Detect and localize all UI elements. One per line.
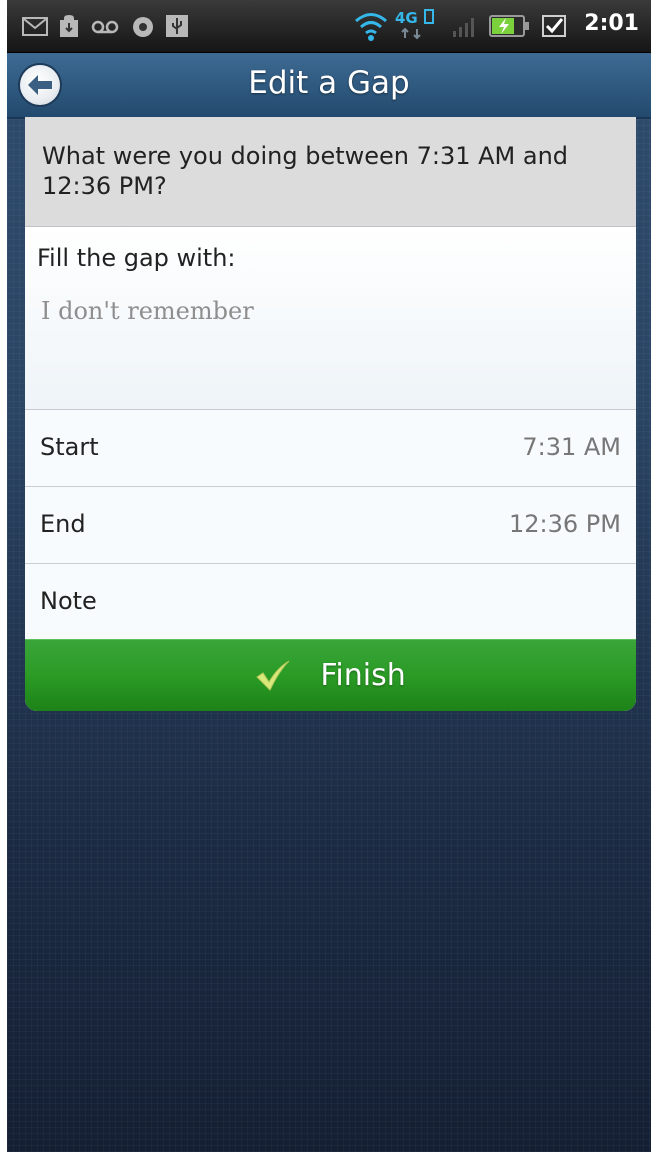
app-screen: 4G 2:01 Edit a Gap What were you doing b… (7, 0, 651, 1152)
checkmark-icon (256, 660, 290, 691)
status-bar: 4G 2:01 (7, 0, 651, 53)
fill-gap-section: Fill the gap with: (25, 227, 636, 410)
page-title: Edit a Gap (248, 65, 410, 101)
status-time: 2:01 (584, 11, 639, 36)
wifi-icon (355, 13, 387, 41)
checkbox-icon (542, 15, 566, 37)
voicemail-icon (91, 20, 119, 34)
title-bar: Edit a Gap (7, 53, 651, 119)
finish-label: Finish (320, 658, 406, 693)
gmail-icon (22, 17, 48, 36)
question-panel: What were you doing between 7:31 AM and … (25, 117, 636, 227)
4g-lte-icon: 4G (395, 9, 434, 40)
start-time-row[interactable]: Start 7:31 AM (25, 410, 636, 487)
fill-gap-label: Fill the gap with: (37, 244, 236, 272)
start-label: Start (40, 433, 99, 461)
fill-gap-input[interactable] (41, 297, 601, 325)
finish-button[interactable]: Finish (25, 639, 636, 711)
end-label: End (40, 510, 86, 538)
network-type-label: 4G (395, 9, 418, 27)
usb-icon (166, 15, 188, 37)
battery-charging-icon (489, 15, 529, 37)
question-text: What were you doing between 7:31 AM and … (42, 142, 569, 200)
camera-icon (133, 17, 153, 37)
download-icon (60, 15, 78, 37)
end-time-row[interactable]: End 12:36 PM (25, 487, 636, 564)
edit-gap-card: What were you doing between 7:31 AM and … (25, 117, 636, 711)
signal-icon (453, 18, 474, 37)
note-row[interactable]: Note (25, 564, 636, 640)
end-value: 12:36 PM (509, 510, 621, 538)
start-value: 7:31 AM (522, 433, 621, 461)
note-label: Note (40, 587, 97, 615)
